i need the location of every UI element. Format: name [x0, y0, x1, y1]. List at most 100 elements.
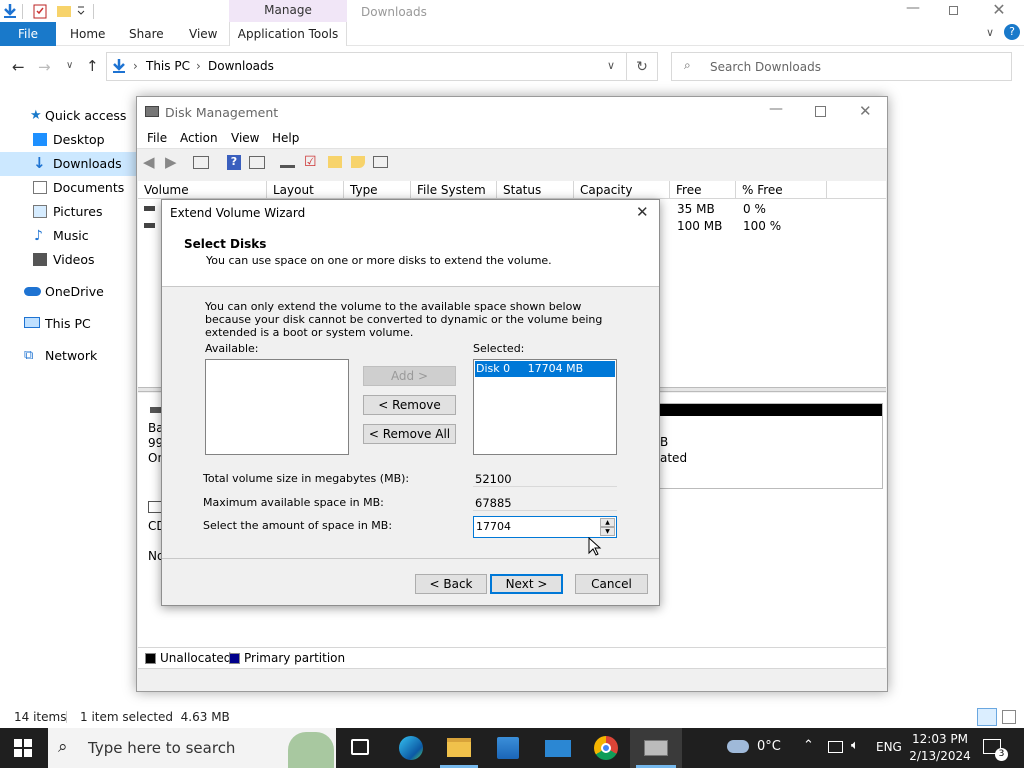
maximize-button[interactable]: [815, 106, 826, 117]
legend-swatch-unallocated: [145, 653, 156, 664]
max-space-label: Maximum available space in MB:: [203, 496, 384, 509]
tab-view[interactable]: View: [189, 22, 217, 46]
sidebar-item-documents[interactable]: Documents: [0, 176, 136, 200]
help-icon[interactable]: ?: [1004, 24, 1020, 40]
connect-icon[interactable]: [280, 156, 295, 168]
properties-icon[interactable]: [249, 156, 265, 169]
amount-input[interactable]: 17704: [476, 520, 511, 533]
menu-file[interactable]: File: [147, 131, 167, 145]
close-icon[interactable]: ✕: [636, 203, 649, 221]
tab-file[interactable]: File: [0, 22, 56, 46]
disk-management-taskbar-button[interactable]: [630, 728, 682, 768]
tab-application-tools[interactable]: Application Tools: [229, 22, 347, 46]
col-status[interactable]: Status: [497, 181, 574, 199]
chrome-icon[interactable]: [594, 736, 618, 760]
sidebar-item-quick-access[interactable]: ★ Quick access: [0, 104, 136, 128]
customize-quick-access-icon[interactable]: [76, 5, 86, 17]
up-arrow-icon[interactable]: ↑: [86, 57, 99, 75]
col-percent-free[interactable]: % Free: [736, 181, 827, 199]
list-item[interactable]: Disk 0 17704 MB: [475, 361, 615, 377]
col-layout[interactable]: Layout: [267, 181, 344, 199]
clock-date[interactable]: 2/13/2024: [908, 749, 972, 763]
breadcrumb-downloads[interactable]: Downloads: [208, 59, 274, 73]
remove-all-button[interactable]: < Remove All: [363, 424, 456, 444]
mail-icon[interactable]: [545, 740, 571, 757]
breadcrumb-separator: ›: [133, 59, 138, 73]
sidebar-item-videos[interactable]: Videos: [0, 248, 136, 272]
sidebar-item-desktop[interactable]: Desktop: [0, 128, 136, 152]
add-button[interactable]: Add >: [363, 366, 456, 386]
recent-locations-icon[interactable]: ∨: [66, 60, 73, 71]
tab-home[interactable]: Home: [70, 22, 105, 46]
task-view-icon[interactable]: [351, 739, 369, 755]
sidebar-item-onedrive[interactable]: OneDrive: [0, 280, 136, 304]
spin-up-icon[interactable]: ▲: [600, 518, 615, 527]
close-icon[interactable]: ✕: [859, 102, 872, 120]
search-input[interactable]: ⌕ Search Downloads: [671, 52, 1012, 81]
unallocated-partition[interactable]: B ated: [659, 403, 883, 489]
restore-button[interactable]: [940, 2, 966, 22]
manage-tab-label[interactable]: Manage: [229, 3, 347, 17]
sidebar-item-music[interactable]: ♪ Music: [0, 224, 136, 248]
spin-down-icon[interactable]: ▼: [600, 527, 615, 536]
col-file-system[interactable]: File System: [411, 181, 497, 199]
menu-help[interactable]: Help: [272, 131, 299, 145]
col-capacity[interactable]: Capacity: [574, 181, 670, 199]
sidebar-item-network[interactable]: ⧉ Network: [0, 344, 136, 368]
unallocated-bar: [660, 404, 882, 416]
col-volume[interactable]: Volume: [138, 181, 267, 199]
taskbar-search-box[interactable]: ⌕ Type here to search: [48, 728, 336, 768]
weather-temperature[interactable]: 0°C: [757, 739, 781, 754]
windows-start-icon[interactable]: [14, 739, 32, 757]
checkmark-icon[interactable]: ☑: [304, 154, 317, 170]
network-icon[interactable]: [828, 741, 843, 753]
selected-disks-list[interactable]: Disk 0 17704 MB: [473, 359, 617, 455]
remove-button[interactable]: < Remove: [363, 395, 456, 415]
list-icon[interactable]: [373, 156, 388, 168]
next-button[interactable]: Next >: [490, 574, 563, 594]
desktop-icon: [33, 133, 47, 146]
col-free-space[interactable]: Free Spa...: [670, 181, 736, 215]
file-explorer-icon[interactable]: [447, 738, 471, 757]
menu-view[interactable]: View: [231, 131, 259, 145]
help-icon[interactable]: ?: [227, 155, 241, 170]
large-icons-view-icon[interactable]: [1002, 710, 1016, 724]
new-folder-icon[interactable]: [56, 3, 72, 19]
tab-share[interactable]: Share: [129, 22, 164, 46]
sidebar-item-downloads[interactable]: ↓ Downloads: [0, 152, 136, 176]
search-folder-icon[interactable]: [351, 156, 365, 168]
refresh-icon[interactable]: ↻: [626, 52, 658, 81]
breadcrumb-this-pc[interactable]: This PC: [146, 59, 190, 73]
sidebar-item-pictures[interactable]: Pictures: [0, 200, 136, 224]
menu-action[interactable]: Action: [180, 131, 218, 145]
forward-arrow-icon[interactable]: ▶: [165, 153, 177, 171]
back-button[interactable]: < Back: [415, 574, 487, 594]
star-icon: ★: [30, 108, 42, 123]
edge-browser-icon[interactable]: [399, 736, 423, 760]
minimize-button[interactable]: —: [769, 101, 783, 117]
available-disks-list[interactable]: [205, 359, 349, 455]
weather-icon[interactable]: [727, 740, 749, 753]
address-dropdown-icon[interactable]: ∨: [607, 59, 615, 72]
cancel-button[interactable]: Cancel: [575, 574, 648, 594]
forward-arrow-icon[interactable]: →: [38, 58, 51, 76]
folder-up-icon[interactable]: [328, 156, 342, 168]
details-view-icon[interactable]: [977, 708, 997, 726]
chevron-up-icon[interactable]: ⌃: [803, 738, 814, 753]
address-bar[interactable]: › This PC › Downloads ∨: [106, 52, 658, 81]
minimize-button[interactable]: —: [898, 0, 928, 22]
input-language[interactable]: ENG: [876, 740, 902, 754]
back-arrow-icon[interactable]: ←: [12, 58, 25, 76]
close-icon[interactable]: ✕: [984, 0, 1014, 22]
store-icon[interactable]: [497, 737, 519, 759]
clock-time[interactable]: 12:03 PM: [912, 732, 968, 746]
chevron-down-icon[interactable]: ∨: [986, 26, 994, 39]
sidebar-item-this-pc[interactable]: This PC: [0, 312, 136, 336]
speaker-muted-icon[interactable]: 🔈︎: [851, 738, 859, 753]
download-arrow-icon[interactable]: [2, 3, 18, 19]
back-arrow-icon[interactable]: ◀: [143, 153, 155, 171]
properties-icon[interactable]: [32, 3, 48, 19]
amount-stepper[interactable]: 17704 ▲ ▼: [473, 516, 617, 538]
col-type[interactable]: Type: [344, 181, 411, 199]
console-tree-icon[interactable]: [193, 156, 209, 169]
